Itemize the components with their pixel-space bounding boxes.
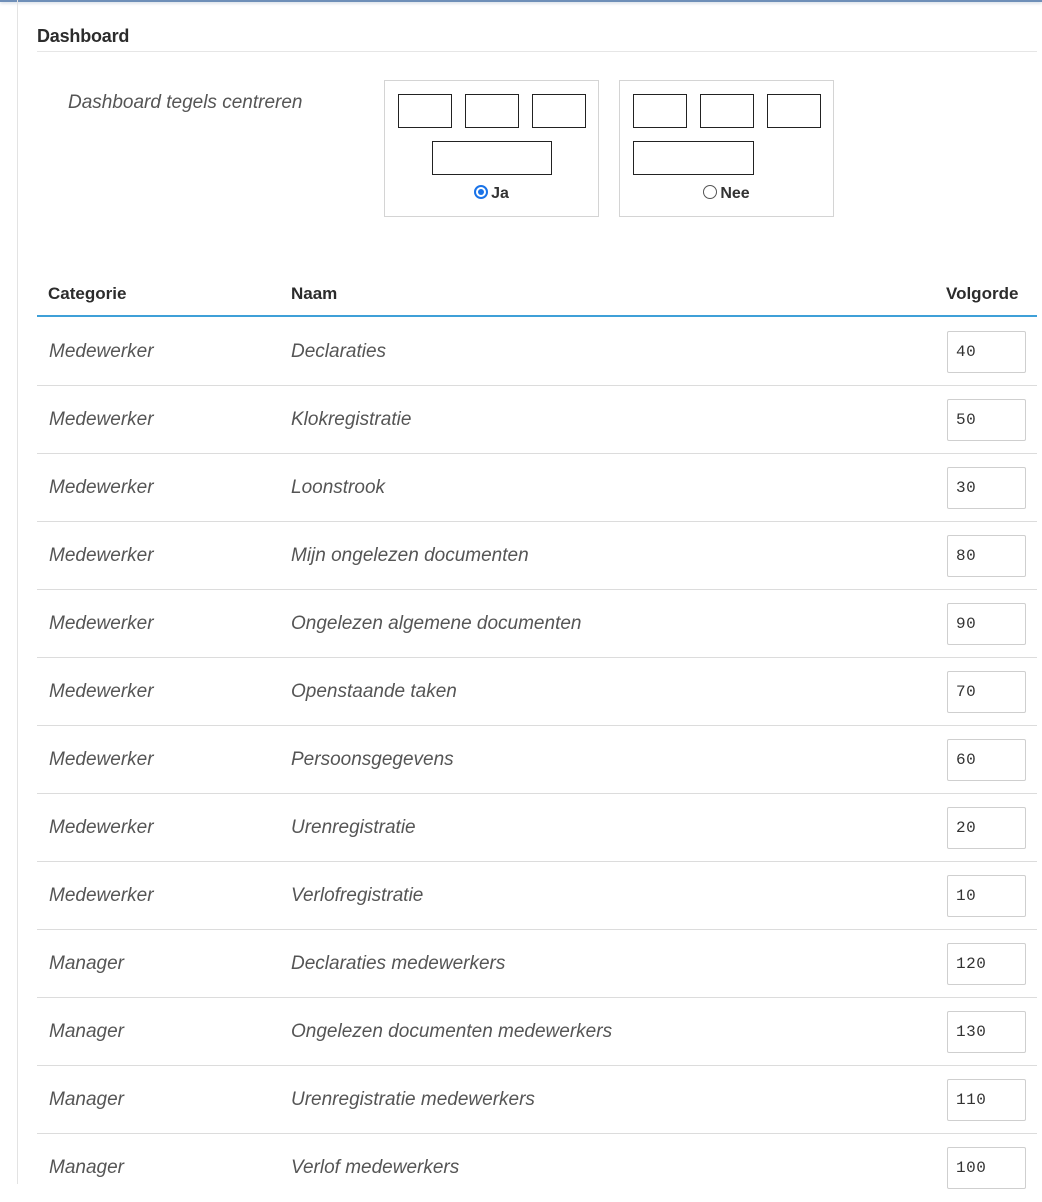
table-row: Manager Ongelezen documenten medewerkers — [37, 998, 1037, 1066]
cell-name: Verlofregistratie — [291, 885, 424, 906]
cell-name: Ongelezen documenten medewerkers — [291, 1021, 613, 1042]
order-input[interactable] — [947, 1147, 1026, 1189]
cell-category: Manager — [49, 1157, 124, 1178]
radio-selected-icon[interactable] — [474, 185, 489, 199]
table-row: Medewerker Declaraties — [37, 318, 1037, 386]
table-row: Manager Declaraties medewerkers — [37, 930, 1037, 998]
cell-category: Medewerker — [49, 341, 154, 362]
cell-name: Klokregistratie — [291, 409, 412, 430]
tile-preview — [633, 94, 687, 128]
tile-preview — [532, 94, 586, 128]
tile-preview — [398, 94, 452, 128]
order-input[interactable] — [947, 671, 1026, 713]
cell-category: Medewerker — [49, 545, 154, 566]
table-row: Medewerker Urenregistratie — [37, 794, 1037, 862]
tile-preview — [633, 141, 754, 175]
table-row: Medewerker Openstaande taken — [37, 658, 1037, 726]
table-row: Medewerker Persoonsgegevens — [37, 726, 1037, 794]
table-row: Medewerker Loonstrook — [37, 454, 1037, 522]
center-tiles-option-yes[interactable]: Ja — [384, 80, 599, 217]
center-tiles-label: Dashboard tegels centreren — [68, 92, 303, 113]
top-bar — [0, 0, 1042, 2]
order-input[interactable] — [947, 943, 1026, 985]
order-input[interactable] — [947, 331, 1026, 373]
table-row: Medewerker Ongelezen algemene documenten — [37, 590, 1037, 658]
cell-name: Declaraties — [291, 341, 387, 362]
cell-category: Medewerker — [49, 749, 154, 770]
order-input[interactable] — [947, 1011, 1026, 1053]
order-input[interactable] — [947, 535, 1026, 577]
order-input[interactable] — [947, 875, 1026, 917]
cell-category: Medewerker — [49, 409, 154, 430]
cell-name: Declaraties medewerkers — [291, 953, 506, 974]
tile-preview — [432, 141, 552, 175]
tile-preview — [465, 94, 519, 128]
order-input[interactable] — [947, 807, 1026, 849]
column-header-category: Categorie — [48, 284, 127, 303]
radio-option-no[interactable]: Nee — [620, 185, 833, 203]
radio-label-no: Nee — [720, 185, 750, 202]
table-row: Medewerker Mijn ongelezen documenten — [37, 522, 1037, 590]
radio-unselected-icon[interactable] — [703, 185, 718, 199]
cell-category: Manager — [49, 1089, 124, 1110]
center-tiles-option-no[interactable]: Nee — [619, 80, 834, 217]
cell-name: Verlof medewerkers — [291, 1157, 460, 1178]
table-row: Medewerker Verlofregistratie — [37, 862, 1037, 930]
column-header-order: Volgorde — [946, 284, 1019, 303]
column-header-name: Naam — [291, 284, 338, 303]
order-input[interactable] — [947, 1079, 1026, 1121]
radio-option-yes[interactable]: Ja — [385, 185, 598, 203]
order-input[interactable] — [947, 739, 1026, 781]
table-row: Manager Verlof medewerkers — [37, 1134, 1037, 1202]
order-input[interactable] — [947, 399, 1026, 441]
table-row: Manager Urenregistratie medewerkers — [37, 1066, 1037, 1134]
tile-preview — [700, 94, 754, 128]
cell-category: Medewerker — [49, 477, 154, 498]
order-input[interactable] — [947, 467, 1026, 509]
cell-category: Medewerker — [49, 613, 154, 634]
cell-category: Manager — [49, 953, 124, 974]
left-border — [17, 0, 18, 1184]
cell-name: Persoonsgegevens — [291, 749, 454, 770]
tile-preview — [767, 94, 821, 128]
cell-name: Ongelezen algemene documenten — [291, 613, 582, 634]
table-header: Categorie Naam Volgorde — [37, 274, 1037, 317]
table-row: Medewerker Klokregistratie — [37, 386, 1037, 454]
order-input[interactable] — [947, 603, 1026, 645]
cell-category: Medewerker — [49, 885, 154, 906]
cell-category: Manager — [49, 1021, 124, 1042]
cell-name: Openstaande taken — [291, 681, 457, 702]
cell-name: Urenregistratie — [291, 817, 416, 838]
cell-category: Medewerker — [49, 681, 154, 702]
cell-category: Medewerker — [49, 817, 154, 838]
section-title: Dashboard — [37, 26, 1037, 52]
radio-label-yes: Ja — [491, 185, 509, 202]
cell-name: Urenregistratie medewerkers — [291, 1089, 535, 1110]
cell-name: Loonstrook — [291, 477, 386, 498]
cell-name: Mijn ongelezen documenten — [291, 545, 529, 566]
